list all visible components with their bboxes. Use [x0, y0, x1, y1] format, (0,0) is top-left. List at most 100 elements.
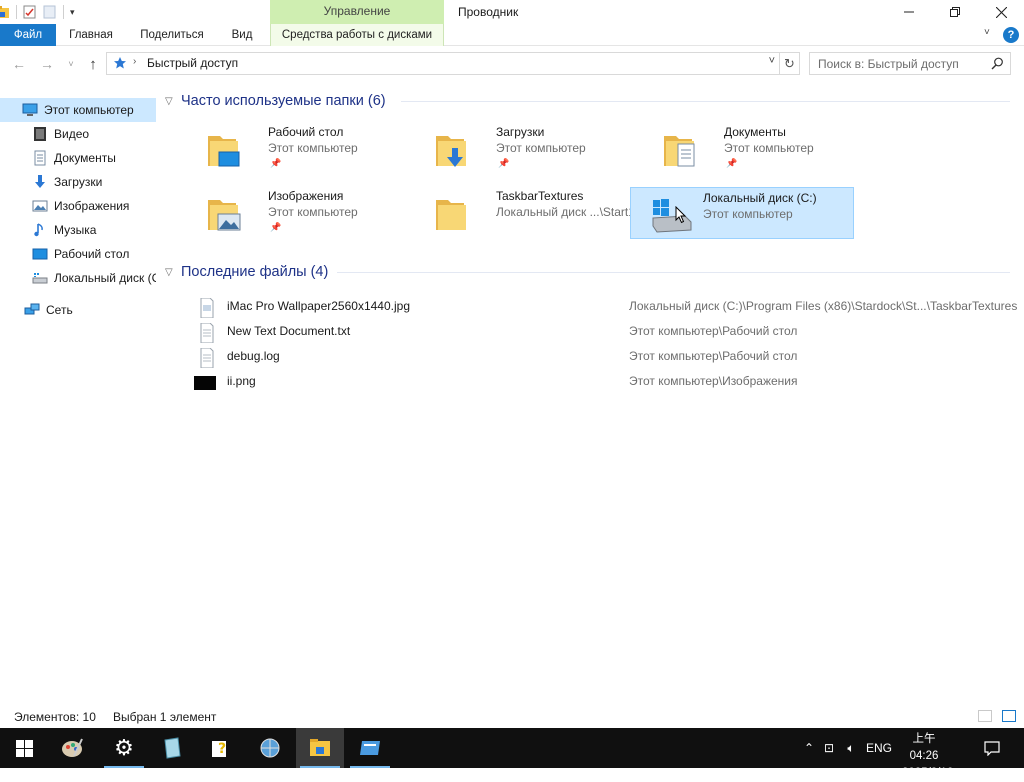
- quick-access-toolbar: ▾: [0, 2, 75, 22]
- up-arrow-icon: ↑: [89, 55, 97, 73]
- file-path: Этот компьютер\Рабочий стол: [629, 349, 798, 363]
- breadcrumb-quick-access[interactable]: Быстрый доступ: [147, 53, 238, 74]
- folder-tile-desktop[interactable]: Рабочий стол Этот компьютер 📌: [192, 120, 416, 172]
- properties-icon[interactable]: [23, 5, 37, 19]
- tab-drive-tools[interactable]: Средства работы с дисками: [270, 24, 444, 46]
- taskbar-app-settings[interactable]: ⚙: [100, 728, 148, 768]
- nav-item-videos[interactable]: Видео: [0, 122, 156, 146]
- forward-button[interactable]: →: [38, 55, 56, 73]
- taskbar-app-network-tool[interactable]: [246, 728, 294, 768]
- group-header-label: Часто используемые папки (6): [181, 93, 386, 109]
- item-count: Элементов: 10: [14, 710, 96, 724]
- help-document-icon: ?: [212, 741, 226, 757]
- breadcrumb-separator-icon: ›: [133, 56, 137, 67]
- text-file-icon: [200, 323, 214, 343]
- customize-toolbar-dropdown-icon[interactable]: ▾: [70, 7, 75, 18]
- nav-item-documents[interactable]: Документы: [0, 146, 156, 170]
- documents-icon: [34, 150, 46, 166]
- up-button[interactable]: ↑: [84, 55, 102, 73]
- show-hidden-icons-chevron-icon[interactable]: ⌃: [800, 741, 818, 755]
- taskbar-app-file-explorer[interactable]: [296, 728, 344, 768]
- tab-view[interactable]: Вид: [222, 24, 262, 46]
- tile-location: Этот компьютер: [496, 141, 586, 155]
- minimize-button[interactable]: [886, 0, 932, 24]
- frequent-folders-header[interactable]: ▽ Часто используемые папки (6): [165, 92, 1010, 110]
- pictures-icon: [32, 200, 48, 212]
- nav-item-desktop[interactable]: Рабочий стол: [0, 242, 156, 266]
- expand-ribbon-chevron-icon[interactable]: ˅: [984, 27, 990, 38]
- tab-share[interactable]: Поделиться: [130, 24, 214, 46]
- music-icon: [34, 223, 43, 237]
- collapse-chevron-icon[interactable]: ▽: [165, 96, 177, 107]
- action-center-button[interactable]: [980, 728, 1004, 768]
- nav-item-label: Этот компьютер: [44, 103, 134, 117]
- search-input[interactable]: [818, 53, 988, 74]
- address-bar[interactable]: › Быстрый доступ ˅: [106, 52, 780, 75]
- pin-icon: 📌: [498, 158, 510, 168]
- input-language[interactable]: ENG: [866, 741, 892, 755]
- tile-location: Этот компьютер: [268, 141, 358, 155]
- recent-file-row[interactable]: ii.png Этот компьютер\Изображения: [190, 370, 1020, 394]
- selection-count: Выбран 1 элемент: [113, 710, 217, 724]
- notification-icon: [984, 740, 1000, 756]
- clock[interactable]: 上午 04:26 2025/2/16: [902, 731, 953, 782]
- recent-file-row[interactable]: New Text Document.txt Этот компьютер\Раб…: [190, 320, 1020, 344]
- windows-logo-icon: [15, 739, 33, 757]
- folder-tile-downloads[interactable]: Загрузки Этот компьютер 📌: [420, 120, 644, 172]
- tile-name: Документы: [724, 125, 786, 139]
- network-status-icon[interactable]: ⊡: [818, 741, 840, 755]
- nav-item-local-disk[interactable]: Локальный диск (C: [0, 266, 156, 290]
- globe-icon: [260, 738, 280, 758]
- folder-tile-documents[interactable]: Документы Этот компьютер 📌: [648, 120, 872, 172]
- folder-tile-pictures[interactable]: Изображения Этот компьютер 📌: [192, 184, 416, 236]
- close-button[interactable]: [978, 0, 1024, 24]
- folder-tile-taskbartextures[interactable]: TaskbarTextures Локальный диск ...\Start…: [420, 184, 644, 236]
- toolbar-separator: [63, 5, 64, 19]
- collapse-chevron-icon[interactable]: ▽: [165, 267, 177, 278]
- recent-file-row[interactable]: debug.log Этот компьютер\Рабочий стол: [190, 345, 1020, 369]
- folder-tile-local-disk[interactable]: Локальный диск (C:) Этот компьютер: [630, 187, 854, 239]
- taskbar-app-paint[interactable]: [48, 728, 96, 768]
- back-arrow-icon: ←: [12, 56, 26, 72]
- start-button[interactable]: [0, 728, 48, 768]
- restore-button[interactable]: [932, 0, 978, 24]
- taskbar-app-help[interactable]: ?: [196, 728, 244, 768]
- taskbar-app-window[interactable]: [346, 728, 394, 768]
- help-icon[interactable]: ?: [1003, 27, 1019, 43]
- tile-name: Локальный диск (C:): [703, 191, 817, 205]
- nav-item-label: Рабочий стол: [54, 247, 130, 261]
- tab-home[interactable]: Главная: [58, 24, 124, 46]
- file-name: iMac Pro Wallpaper2560x1440.jpg: [227, 299, 410, 313]
- nav-item-label: Видео: [54, 127, 90, 141]
- nav-item-network[interactable]: Сеть: [0, 298, 156, 322]
- nav-item-downloads[interactable]: Загрузки: [0, 170, 156, 194]
- details-view-button[interactable]: [978, 710, 992, 722]
- explorer-folder-icon[interactable]: [0, 5, 10, 19]
- recent-locations-button[interactable]: ˅: [62, 55, 80, 73]
- tab-file[interactable]: Файл: [0, 24, 56, 46]
- nav-item-music[interactable]: Музыка: [0, 218, 156, 242]
- new-folder-icon[interactable]: [43, 5, 57, 19]
- back-button[interactable]: ←: [10, 55, 28, 73]
- pin-icon: 📌: [726, 158, 738, 168]
- search-box[interactable]: [809, 52, 1011, 75]
- status-bar: Элементов: 10 Выбран 1 элемент: [0, 704, 1024, 728]
- nav-item-this-pc[interactable]: Этот компьютер: [0, 98, 156, 122]
- recent-file-row[interactable]: iMac Pro Wallpaper2560x1440.jpg Локальны…: [190, 295, 1020, 319]
- volume-icon[interactable]: 🔈︎: [840, 741, 862, 756]
- gear-icon: ⚙: [114, 735, 134, 760]
- pin-icon: 📌: [270, 158, 282, 168]
- file-explorer-icon: [310, 739, 330, 756]
- context-tab-group-manage: Управление: [270, 0, 444, 24]
- large-icons-view-button[interactable]: [1002, 710, 1016, 722]
- pictures-folder-icon: [208, 200, 241, 231]
- tile-name: Изображения: [268, 189, 344, 203]
- recent-files-header[interactable]: ▽ Последние файлы (4): [165, 263, 1010, 281]
- taskbar-app-notes[interactable]: [148, 728, 196, 768]
- nav-item-pictures[interactable]: Изображения: [0, 194, 156, 218]
- ribbon-tabs: Файл Главная Поделиться Вид Средства раб…: [0, 24, 1024, 46]
- address-dropdown-icon[interactable]: ˅: [769, 55, 775, 67]
- file-path: Этот компьютер\Рабочий стол: [629, 324, 798, 338]
- refresh-button[interactable]: ↻: [780, 52, 800, 75]
- quick-access-star-icon: [114, 57, 126, 69]
